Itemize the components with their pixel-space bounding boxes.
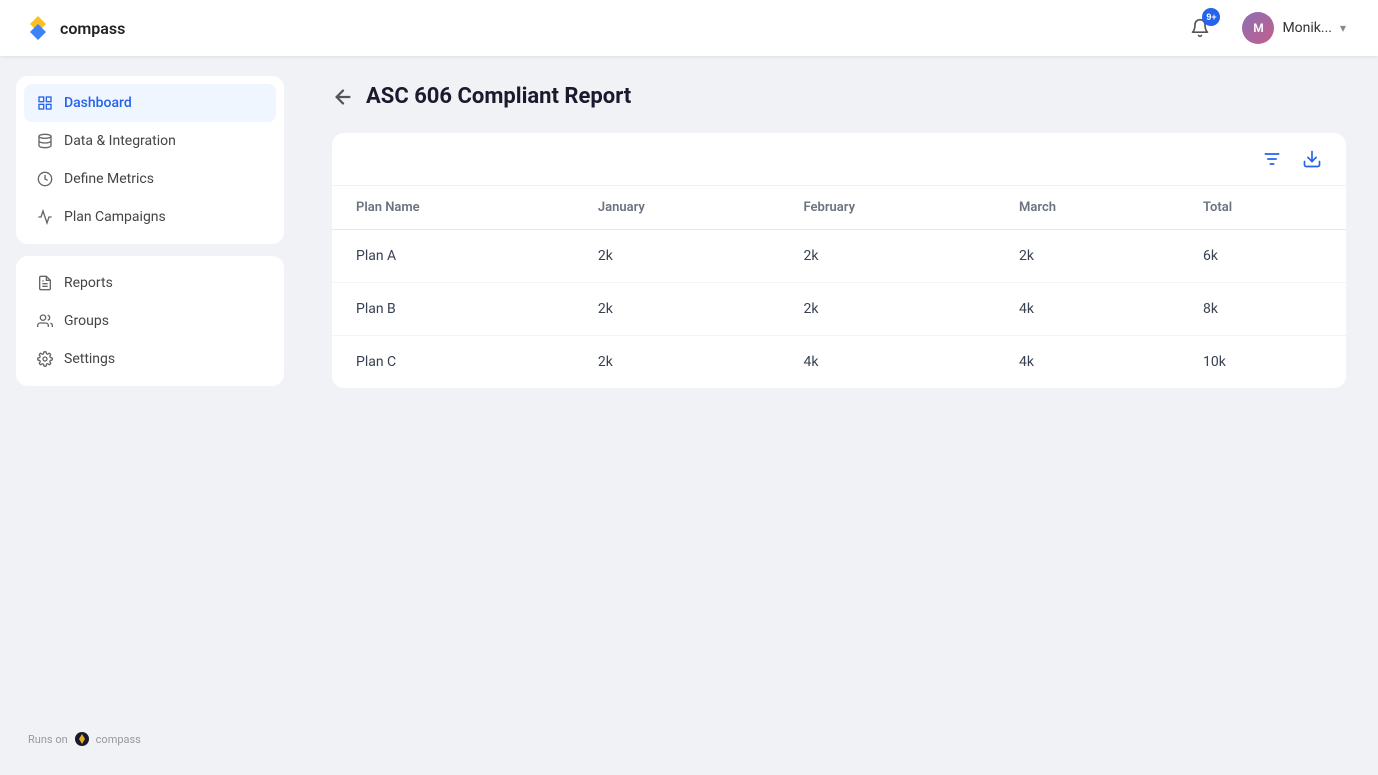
sidebar-item-reports[interactable]: Reports (24, 264, 276, 302)
cell-1-3: 4k (995, 283, 1179, 336)
groups-icon (36, 312, 54, 330)
compass-small-icon (74, 731, 90, 747)
cell-0-2: 2k (780, 230, 995, 283)
filter-icon (1262, 149, 1282, 169)
sidebar-item-label: Data & Integration (64, 133, 176, 149)
col-march: March (995, 186, 1179, 230)
cell-2-3: 4k (995, 336, 1179, 389)
logo-area: compass (24, 14, 125, 42)
runs-on: Runs on compass (16, 723, 284, 755)
layout: Dashboard Data & Integration Define M (0, 56, 1378, 775)
cell-2-4: 10k (1179, 336, 1346, 389)
cell-0-0: Plan A (332, 230, 574, 283)
cell-0-1: 2k (574, 230, 780, 283)
runs-on-brand: compass (96, 733, 141, 746)
cell-1-1: 2k (574, 283, 780, 336)
topbar: compass 9+ M Monik... ▾ (0, 0, 1378, 56)
notification-badge: 9+ (1202, 8, 1220, 26)
cell-2-0: Plan C (332, 336, 574, 389)
sidebar-item-label: Reports (64, 275, 113, 291)
logo-text: compass (60, 19, 125, 38)
metrics-icon (36, 170, 54, 188)
table-header-row: Plan Name January February March Total (332, 186, 1346, 230)
sidebar-item-label: Groups (64, 313, 109, 329)
sidebar-item-groups[interactable]: Groups (24, 302, 276, 340)
user-menu[interactable]: M Monik... ▾ (1234, 8, 1354, 48)
sidebar-group-2: Reports Groups (16, 256, 284, 386)
col-total: Total (1179, 186, 1346, 230)
download-button[interactable] (1298, 145, 1326, 173)
sidebar-group-1: Dashboard Data & Integration Define M (16, 76, 284, 244)
sidebar-item-dashboard[interactable]: Dashboard (24, 84, 276, 122)
sidebar: Dashboard Data & Integration Define M (0, 56, 300, 775)
logo-icon (24, 14, 52, 42)
topbar-right: 9+ M Monik... ▾ (1182, 8, 1354, 48)
settings-icon (36, 350, 54, 368)
avatar: M (1242, 12, 1274, 44)
notification-button[interactable]: 9+ (1182, 10, 1218, 46)
dashboard-icon (36, 94, 54, 112)
runs-on-label: Runs on (28, 733, 68, 746)
col-february: February (780, 186, 995, 230)
campaigns-icon (36, 208, 54, 226)
table-card: Plan Name January February March Total P… (332, 133, 1346, 388)
col-january: January (574, 186, 780, 230)
chevron-down-icon: ▾ (1340, 21, 1346, 35)
sidebar-item-define-metrics[interactable]: Define Metrics (24, 160, 276, 198)
main-content: ASC 606 Compliant Report (300, 56, 1378, 775)
cell-2-2: 4k (780, 336, 995, 389)
report-table: Plan Name January February March Total P… (332, 186, 1346, 388)
table-row: Plan A2k2k2k6k (332, 230, 1346, 283)
filter-button[interactable] (1258, 145, 1286, 173)
reports-icon (36, 274, 54, 292)
sidebar-item-label: Plan Campaigns (64, 209, 166, 225)
cell-1-2: 2k (780, 283, 995, 336)
cell-1-4: 8k (1179, 283, 1346, 336)
back-button[interactable] (332, 86, 354, 108)
table-row: Plan B2k2k4k8k (332, 283, 1346, 336)
download-icon (1302, 149, 1322, 169)
data-icon (36, 132, 54, 150)
table-row: Plan C2k4k4k10k (332, 336, 1346, 389)
col-plan-name: Plan Name (332, 186, 574, 230)
sidebar-item-label: Settings (64, 351, 115, 367)
sidebar-item-data-integration[interactable]: Data & Integration (24, 122, 276, 160)
sidebar-item-plan-campaigns[interactable]: Plan Campaigns (24, 198, 276, 236)
cell-0-4: 6k (1179, 230, 1346, 283)
sidebar-item-settings[interactable]: Settings (24, 340, 276, 378)
table-toolbar (332, 133, 1346, 186)
page-title: ASC 606 Compliant Report (366, 84, 631, 109)
page-header: ASC 606 Compliant Report (332, 84, 1346, 109)
cell-1-0: Plan B (332, 283, 574, 336)
cell-0-3: 2k (995, 230, 1179, 283)
user-name: Monik... (1282, 20, 1332, 36)
cell-2-1: 2k (574, 336, 780, 389)
arrow-left-icon (332, 86, 354, 108)
sidebar-item-label: Dashboard (64, 95, 132, 111)
sidebar-item-label: Define Metrics (64, 171, 154, 187)
